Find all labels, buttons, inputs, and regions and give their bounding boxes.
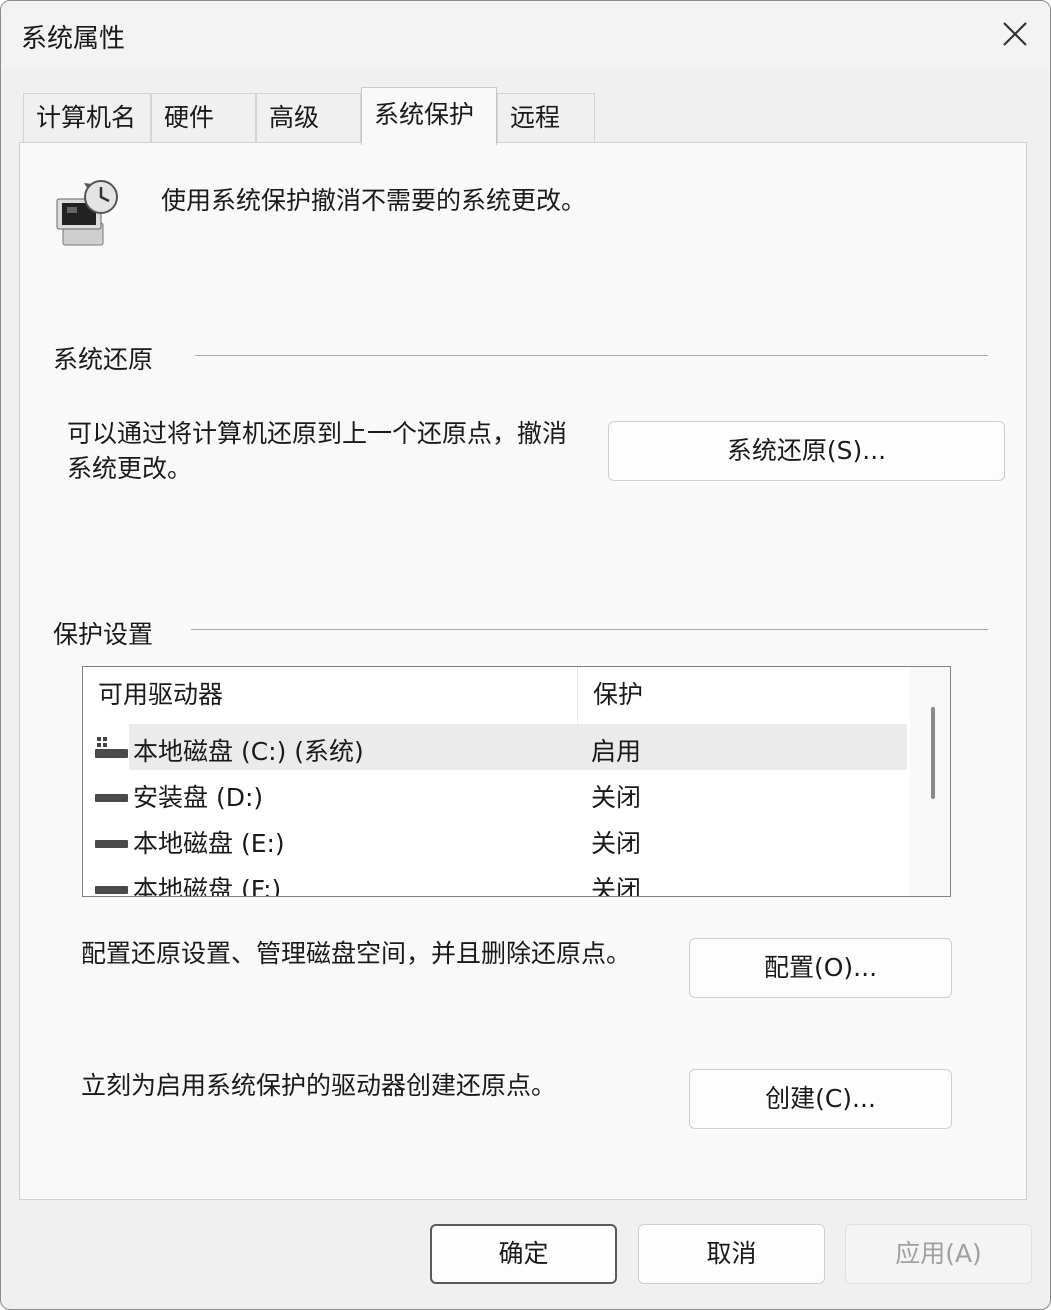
drive-protection-status: 关闭 [591,829,642,858]
drive-name: 本地磁盘 (F:) [133,875,282,897]
drive-icon [95,794,128,802]
drive-row-c[interactable]: 本地磁盘 (C:) (系统) 启用 [83,724,911,770]
column-header-protection[interactable]: 保护 [578,667,908,723]
drive-name: 安装盘 (D:) [133,783,264,812]
drive-protection-status: 关闭 [591,783,642,812]
drive-name: 本地磁盘 (E:) [133,829,285,858]
cancel-button[interactable]: 取消 [638,1224,825,1284]
vertical-scrollbar[interactable] [910,667,950,896]
window-title: 系统属性 [21,24,126,54]
drive-protection-status: 启用 [591,737,642,766]
drive-icon [95,840,128,848]
ok-button[interactable]: 确定 [430,1224,617,1284]
system-restore-divider [195,355,988,356]
protection-settings-divider [191,629,988,630]
system-restore-button[interactable]: 系统还原(S)... [608,421,1005,481]
computer-restore-icon [56,180,118,246]
title-bar: 系统属性 [1,1,1050,69]
create-button[interactable]: 创建(C)... [689,1069,952,1129]
tab-computer-name[interactable]: 计算机名 [23,93,151,143]
drive-protection-status: 关闭 [591,875,642,897]
system-restore-description: 可以通过将计算机还原到上一个还原点，撤消 系统更改。 [67,416,567,486]
tab-remote[interactable]: 远程 [497,93,595,143]
system-restore-description-line2: 系统更改。 [67,454,193,483]
system-restore-group-title: 系统还原 [53,345,154,374]
close-button[interactable] [978,1,1050,67]
header-description: 使用系统保护撤消不需要的系统更改。 [161,186,587,215]
drive-row-d[interactable]: 安装盘 (D:) 关闭 [83,770,911,816]
tab-advanced[interactable]: 高级 [256,93,361,143]
configure-button[interactable]: 配置(O)... [689,938,952,998]
tab-hardware[interactable]: 硬件 [151,93,256,143]
create-description: 立刻为启用系统保护的驱动器创建还原点。 [81,1071,557,1100]
apply-button[interactable]: 应用(A) [845,1224,1032,1284]
drive-row-e[interactable]: 本地磁盘 (E:) 关闭 [83,816,911,862]
drives-list[interactable]: 可用驱动器 保护 本地磁盘 (C:) (系统) 启用 安装盘 (D:) 关闭 本… [82,666,951,897]
drive-row-f[interactable]: 本地磁盘 (F:) 关闭 [83,862,911,897]
system-restore-description-line1: 可以通过将计算机还原到上一个还原点，撤消 [67,419,568,448]
system-drive-icon [95,737,128,758]
tab-system-protection[interactable]: 系统保护 [361,87,497,145]
system-properties-dialog: 系统属性 计算机名 硬件 高级 系统保护 远程 使用系统保护撤消不需要的系统更改… [0,0,1051,1310]
column-header-available-drives[interactable]: 可用驱动器 [83,667,577,723]
drive-name: 本地磁盘 (C:) (系统) [133,737,364,766]
close-icon [1003,22,1027,46]
configure-description: 配置还原设置、管理磁盘空间，并且删除还原点。 [81,939,632,968]
protection-settings-group-title: 保护设置 [53,620,154,649]
scrollbar-thumb[interactable] [931,707,935,799]
drive-icon [95,886,128,894]
